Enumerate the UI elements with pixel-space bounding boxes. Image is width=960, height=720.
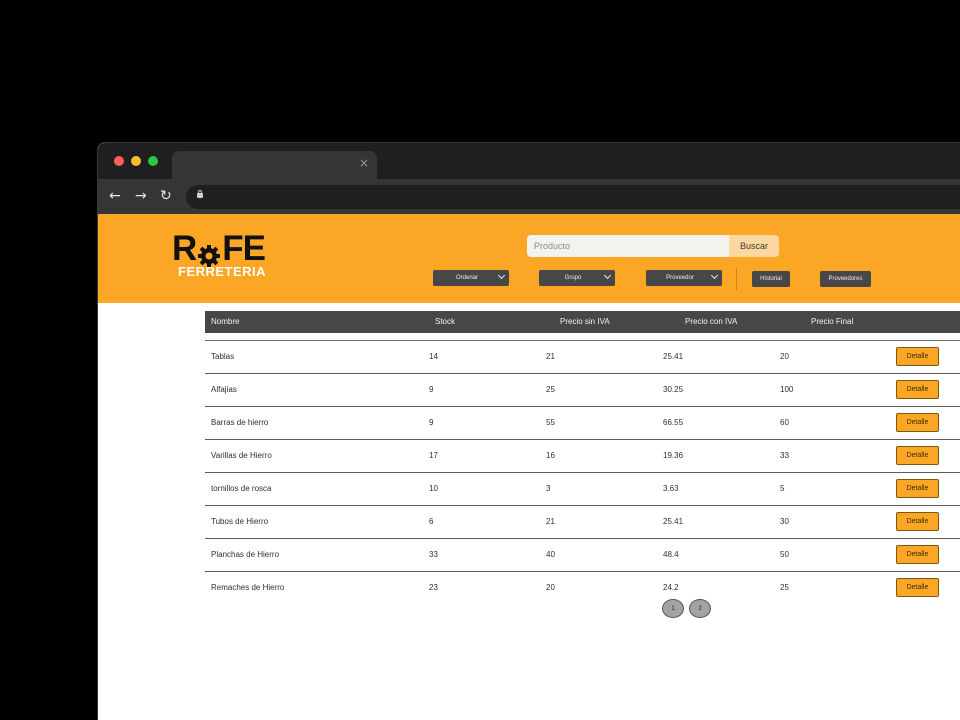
- table-row: tornillos de rosca 10 3 3.63 5 Detalle: [205, 473, 960, 506]
- cell-precio-final: 25: [780, 583, 789, 592]
- column-header-stock: Stock: [435, 317, 456, 326]
- cell-stock: 14: [429, 352, 438, 361]
- reload-icon[interactable]: ↻: [160, 186, 172, 206]
- cell-precio-sin-iva: 21: [546, 352, 555, 361]
- cell-precio-sin-iva: 20: [546, 583, 555, 592]
- cell-precio-con-iva: 25.41: [663, 517, 684, 526]
- column-header-nombre: Nombre: [211, 317, 240, 326]
- cell-stock: 33: [429, 550, 438, 559]
- web-page: R FE FERRETERIA Producto Buscar Ordenar …: [98, 214, 960, 720]
- column-header-precio-sin-iva: Precio sin IVA: [560, 317, 610, 326]
- chevron-down-icon: [710, 271, 719, 280]
- table-row: Tablas 14 21 25.41 20 Detalle: [205, 341, 960, 374]
- chevron-down-icon: [497, 271, 506, 280]
- chevron-down-icon: [603, 271, 612, 280]
- detail-button[interactable]: Detalle: [896, 446, 939, 465]
- suppliers-button[interactable]: Proveedores: [820, 271, 871, 287]
- cell-precio-con-iva: 19.36: [663, 451, 684, 460]
- cell-stock: 6: [429, 517, 434, 526]
- cell-nombre: Alfajias: [211, 385, 237, 394]
- address-bar[interactable]: [186, 185, 960, 209]
- cell-precio-con-iva: 30.25: [663, 385, 684, 394]
- gear-icon: [197, 240, 221, 267]
- cell-precio-sin-iva: 55: [546, 418, 555, 427]
- lock-icon: [197, 190, 203, 198]
- table-row: Remaches de Hierro 23 20 24.2 25 Detalle: [205, 572, 960, 605]
- table-row: Tubos de Hierro 6 21 25.41 30 Detalle: [205, 506, 960, 539]
- browser-tab[interactable]: ×: [172, 151, 377, 179]
- history-button[interactable]: Historial: [752, 271, 790, 287]
- table-row: Barras de hierro 9 55 66.55 60 Detalle: [205, 407, 960, 440]
- screen: × ← → ↻ R FE FERRETERIA Producto Buscar …: [0, 0, 960, 720]
- browser-tabstrip: ×: [98, 143, 960, 179]
- browser-toolbar: ← → ↻: [98, 179, 960, 214]
- close-window-button[interactable]: [114, 156, 124, 166]
- cell-precio-final: 33: [780, 451, 789, 460]
- cell-precio-con-iva: 48.4: [663, 550, 679, 559]
- logo-mark: R FE: [172, 229, 266, 268]
- supplier-select[interactable]: Proveedor: [646, 270, 722, 286]
- search-input[interactable]: [527, 235, 729, 257]
- cell-precio-con-iva: 3.63: [663, 484, 679, 493]
- table-header: Nombre Stock Precio sin IVA Precio con I…: [205, 311, 960, 333]
- table-row: Planchas de Hierro 33 40 48.4 50 Detalle: [205, 539, 960, 572]
- cell-stock: 17: [429, 451, 438, 460]
- sort-select[interactable]: Ordenar: [433, 270, 509, 286]
- window-controls: [114, 156, 158, 166]
- forward-arrow-icon[interactable]: →: [135, 186, 147, 206]
- cell-precio-final: 5: [780, 484, 785, 493]
- cell-precio-sin-iva: 21: [546, 517, 555, 526]
- cell-nombre: Remaches de Hierro: [211, 583, 285, 592]
- cell-precio-final: 100: [780, 385, 794, 394]
- cell-nombre: tornillos de rosca: [211, 484, 272, 493]
- cell-precio-final: 60: [780, 418, 789, 427]
- detail-button[interactable]: Detalle: [896, 545, 939, 564]
- cell-nombre: Tablas: [211, 352, 235, 361]
- detail-button[interactable]: Detalle: [896, 380, 939, 399]
- cell-stock: 10: [429, 484, 438, 493]
- cell-precio-sin-iva: 16: [546, 451, 555, 460]
- column-header-precio-con-iva: Precio con IVA: [685, 317, 738, 326]
- table-row: Alfajias 9 25 30.25 100 Detalle: [205, 374, 960, 407]
- cell-precio-sin-iva: 3: [546, 484, 551, 493]
- cell-stock: 23: [429, 583, 438, 592]
- cell-precio-final: 50: [780, 550, 789, 559]
- detail-button[interactable]: Detalle: [896, 512, 939, 531]
- cell-nombre: Barras de hierro: [211, 418, 269, 427]
- group-select-label: Grupo: [564, 275, 582, 281]
- page-button-1[interactable]: 1: [662, 599, 684, 618]
- detail-button[interactable]: Detalle: [896, 578, 939, 597]
- cell-nombre: Planchas de Hierro: [211, 550, 280, 559]
- cell-stock: 9: [429, 385, 434, 394]
- logo-subtitle: FERRETERIA: [178, 264, 267, 279]
- minimize-window-button[interactable]: [131, 156, 141, 166]
- maximize-window-button[interactable]: [148, 156, 158, 166]
- cell-nombre: Varillas de Hierro: [211, 451, 272, 460]
- sort-select-label: Ordenar: [455, 275, 478, 281]
- group-select[interactable]: Grupo: [539, 270, 615, 286]
- detail-button[interactable]: Detalle: [896, 479, 939, 498]
- browser-window: × ← → ↻ R FE FERRETERIA Producto Buscar …: [97, 142, 960, 720]
- cell-precio-sin-iva: 25: [546, 385, 555, 394]
- table-row: Varillas de Hierro 17 16 19.36 33 Detall…: [205, 440, 960, 473]
- cell-precio-final: 20: [780, 352, 789, 361]
- cell-precio-final: 30: [780, 517, 789, 526]
- cell-nombre: Tubos de Hierro: [211, 517, 269, 526]
- divider: [736, 268, 737, 290]
- cell-precio-sin-iva: 40: [546, 550, 555, 559]
- search-button[interactable]: Buscar: [729, 235, 779, 257]
- back-arrow-icon[interactable]: ←: [109, 186, 121, 206]
- detail-button[interactable]: Detalle: [896, 413, 939, 432]
- cell-stock: 9: [429, 418, 434, 427]
- supplier-select-label: Proveedor: [666, 275, 694, 281]
- site-header: R FE FERRETERIA Producto Buscar Ordenar …: [98, 214, 960, 303]
- detail-button[interactable]: Detalle: [896, 347, 939, 366]
- cell-precio-con-iva: 25.41: [663, 352, 684, 361]
- close-icon[interactable]: ×: [359, 156, 369, 170]
- column-header-precio-final: Precio Final: [811, 317, 854, 326]
- logo[interactable]: R FE FERRETERIA: [172, 229, 272, 282]
- page-button-2[interactable]: 2: [689, 599, 711, 618]
- cell-precio-con-iva: 66.55: [663, 418, 684, 427]
